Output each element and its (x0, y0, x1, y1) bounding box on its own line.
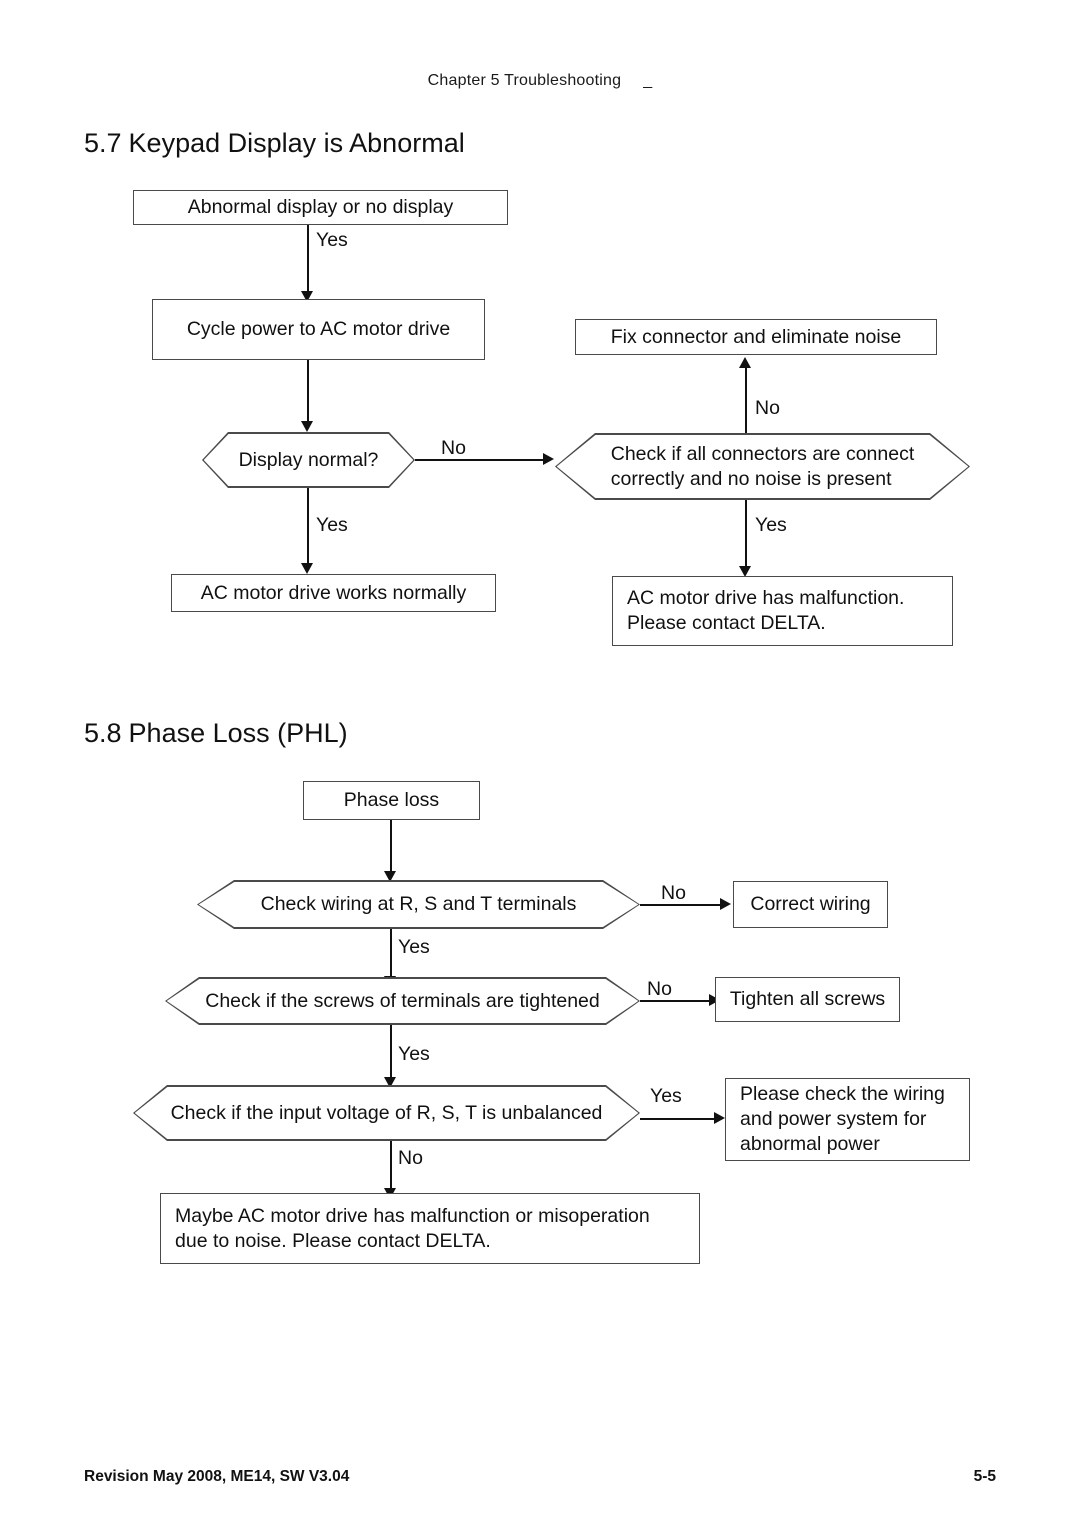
footer-page-number: 5-5 (973, 1468, 996, 1485)
flow2-check-screws-label: Check if the screws of terminals are tig… (205, 989, 600, 1012)
section-title-5-8: Phase Loss (PHL) (128, 718, 348, 748)
header-chapter-text: Chapter 5 Troubleshooting (427, 72, 622, 89)
page-header: Chapter 5 Troubleshooting _ (0, 72, 1080, 90)
header-mark: _ (643, 72, 653, 89)
flow2-edge-wiring-yes-line (390, 929, 392, 981)
flow1-fix-connector-label: Fix connector and eliminate noise (610, 325, 902, 348)
flow2-edge-label-wiring-yes: Yes (398, 936, 430, 958)
flow1-works-normally-label: AC motor drive works normally (200, 581, 467, 604)
flow2-edge-screws-yes-line (390, 1025, 392, 1082)
flow1-edge-label-connectors-yes: Yes (755, 514, 787, 536)
flow1-display-normal-label: Display normal? (238, 448, 379, 471)
flow2-node-check-voltage: Check if the input voltage of R, S, T is… (133, 1085, 640, 1141)
flow1-edge-connectors-no-arrow (739, 357, 751, 368)
flow2-edge-wiring-no-arrow (720, 898, 731, 910)
flow2-check-power-line2: and power system for (740, 1108, 927, 1131)
flow2-node-maybe-malfunction: Maybe AC motor drive has malfunction or … (160, 1193, 700, 1264)
flow1-check-connectors-line1: Check if all connectors are connect (610, 442, 915, 465)
flow2-maybe-malfunction-line1: Maybe AC motor drive has malfunction or … (175, 1204, 650, 1227)
flow2-tighten-screws-label: Tighten all screws (729, 988, 886, 1011)
flow2-phase-loss-label: Phase loss (343, 789, 440, 812)
flow2-check-wiring-label: Check wiring at R, S and T terminals (260, 893, 577, 916)
flow1-node-works-normally: AC motor drive works normally (171, 574, 496, 612)
flow2-correct-wiring-label: Correct wiring (750, 893, 871, 916)
footer-revision: Revision May 2008, ME14, SW V3.04 (84, 1468, 350, 1485)
flow2-edge-label-screws-yes: Yes (398, 1043, 430, 1065)
flow1-node-start: Abnormal display or no display (133, 190, 508, 225)
flow2-node-check-screws: Check if the screws of terminals are tig… (165, 977, 640, 1025)
flow1-edge-label-display-no: No (441, 437, 466, 459)
section-title-5-7: Keypad Display is Abnormal (128, 128, 465, 158)
flow2-edge-voltage-no-line (390, 1141, 392, 1193)
flow1-edge-display-no-line (415, 459, 545, 461)
flow2-edge-label-voltage-no: No (398, 1147, 423, 1169)
flow2-node-phase-loss: Phase loss (303, 781, 480, 820)
flow2-edge-label-voltage-yes: Yes (650, 1085, 682, 1107)
flow1-edge-label-start-yes: Yes (316, 229, 348, 251)
flow1-edge-label-display-yes: Yes (316, 514, 348, 536)
flow1-start-label: Abnormal display or no display (187, 196, 454, 219)
flow1-node-malfunction: AC motor drive has malfunction. Please c… (612, 576, 953, 646)
flow1-edge-connectors-no-line (745, 366, 747, 436)
flow2-check-voltage-label: Check if the input voltage of R, S, T is… (170, 1101, 603, 1124)
flow2-edge-voltage-yes-line (640, 1118, 717, 1120)
flow1-node-display-normal: Display normal? (202, 432, 415, 488)
document-page: Chapter 5 Troubleshooting _ 5.7 Keypad Dis… (0, 0, 1080, 1534)
section-heading-5-7: 5.7 Keypad Display is Abnormal (84, 128, 465, 159)
flow2-edge-start-wiring-line (390, 820, 392, 876)
flow1-node-fix-connector: Fix connector and eliminate noise (575, 319, 937, 355)
flow1-malfunction-line2: Please contact DELTA. (627, 612, 826, 634)
flow1-check-connectors-label: Check if all connectors are connect corr… (605, 442, 921, 492)
flow2-edge-label-wiring-no: No (661, 882, 686, 904)
flow1-edge-display-yes-arrow (301, 563, 313, 574)
flow2-node-tighten-screws: Tighten all screws (715, 977, 900, 1022)
flow1-edge-cycle-display-line (307, 360, 309, 426)
flow1-node-cycle-power: Cycle power to AC motor drive (152, 299, 485, 360)
flow1-malfunction-label: AC motor drive has malfunction. Please c… (613, 586, 952, 636)
flow2-maybe-malfunction-line2: due to noise. Please contact DELTA. (175, 1229, 491, 1252)
flow1-edge-cycle-display-arrow (301, 421, 313, 432)
section-heading-5-8: 5.8 Phase Loss (PHL) (84, 718, 348, 749)
flow2-check-power-line1: Please check the wiring (740, 1083, 945, 1106)
flow2-edge-label-screws-no: No (647, 978, 672, 1000)
flow1-edge-label-connectors-no: No (755, 397, 780, 419)
flow1-edge-display-yes-line (307, 488, 309, 568)
flow1-edge-start-cycle-line (307, 225, 309, 297)
flow1-edge-connectors-yes-line (745, 500, 747, 570)
flow1-edge-display-no-arrow (543, 453, 554, 465)
flow2-node-check-power: Please check the wiring and power system… (725, 1078, 970, 1161)
section-number-5-7: 5.7 (84, 128, 122, 158)
flow1-node-check-connectors: Check if all connectors are connect corr… (555, 433, 970, 500)
flow1-malfunction-line1: AC motor drive has malfunction. (627, 587, 905, 610)
flow2-check-power-label: Please check the wiring and power system… (726, 1082, 969, 1157)
flow1-cycle-power-label: Cycle power to AC motor drive (186, 318, 451, 341)
flow2-node-check-wiring: Check wiring at R, S and T terminals (197, 880, 640, 929)
flow2-node-correct-wiring: Correct wiring (733, 881, 888, 928)
flow2-edge-voltage-yes-arrow (714, 1112, 725, 1124)
flow2-check-power-line3: abnormal power (740, 1132, 880, 1155)
flow2-maybe-malfunction-label: Maybe AC motor drive has malfunction or … (161, 1204, 699, 1254)
flow1-check-connectors-line2: correctly and no noise is present (610, 467, 892, 490)
section-number-5-8: 5.8 (84, 718, 122, 748)
